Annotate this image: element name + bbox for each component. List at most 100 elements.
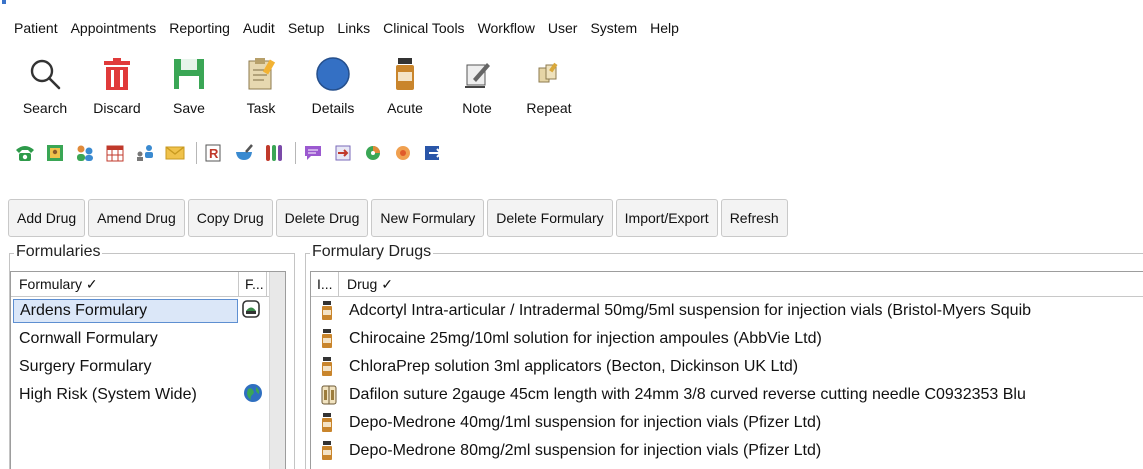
drug-row[interactable]: ChloraPrep solution 3ml applicators (Bec…	[311, 353, 1143, 381]
formularies-scrollbar[interactable]	[269, 272, 285, 469]
trash-icon	[97, 54, 137, 94]
drug-name: Depo-Medrone 40mg/1ml suspension for inj…	[349, 414, 822, 431]
formularies-table: Formulary ✓ F... Ardens Formulary Cornwa…	[10, 271, 286, 469]
column-header-drug[interactable]: Drug ✓	[339, 272, 393, 296]
menu-appointments[interactable]: Appointments	[71, 20, 157, 36]
acute-button[interactable]: Acute	[370, 54, 440, 116]
search-button[interactable]: Search	[10, 54, 80, 116]
menu-bar: Patient Appointments Reporting Audit Set…	[0, 10, 692, 46]
contact-card-icon[interactable]	[44, 142, 66, 164]
mortar-pestle-icon[interactable]	[233, 142, 255, 164]
copy-drug-button[interactable]: Copy Drug	[187, 199, 273, 237]
network-users-icon[interactable]	[134, 142, 156, 164]
drug-name: ChloraPrep solution 3ml applicators (Bec…	[349, 358, 799, 375]
drug-row[interactable]: Dafilon suture 2gauge 45cm length with 2…	[311, 381, 1143, 409]
details-button[interactable]: Details	[298, 54, 368, 116]
drug-row[interactable]: Depo-Medrone 80mg/2ml suspension for inj…	[311, 437, 1143, 465]
repeat-icon	[529, 54, 569, 94]
drug-row[interactable]: Chirocaine 25mg/10ml solution for inject…	[311, 325, 1143, 353]
test-tubes-icon[interactable]	[263, 142, 285, 164]
drug-name: Adcortyl Intra-articular / Intradermal 5…	[349, 302, 1032, 319]
refresh-button[interactable]: Refresh	[720, 199, 788, 237]
discard-button[interactable]: Discard	[82, 54, 152, 116]
export-icon[interactable]	[422, 142, 444, 164]
transfer-icon[interactable]	[332, 142, 354, 164]
medicine-bottle-icon	[311, 413, 345, 433]
acute-label: Acute	[387, 100, 423, 116]
save-button[interactable]: Save	[154, 54, 224, 116]
task-label: Task	[246, 100, 276, 116]
task-icon	[241, 54, 281, 94]
import-export-button[interactable]: Import/Export	[615, 199, 718, 237]
menu-audit[interactable]: Audit	[243, 20, 275, 36]
toolbar-separator	[196, 142, 197, 164]
save-icon	[169, 54, 209, 94]
formulary-drugs-table: I... Drug ✓ Adcortyl Intra-articular / I…	[310, 271, 1143, 469]
medicine-bottle-icon	[311, 441, 345, 461]
delete-formulary-button[interactable]: Delete Formulary	[487, 199, 613, 237]
menu-help[interactable]: Help	[650, 20, 679, 36]
discard-label: Discard	[93, 100, 141, 116]
drug-row[interactable]: Depo-Medrone 40mg/1ml suspension for inj…	[311, 409, 1143, 437]
quick-icon-bar: R	[14, 140, 452, 166]
svg-text:R: R	[209, 146, 219, 161]
appliance-icon	[311, 385, 345, 405]
formulary-name: High Risk (System Wide)	[19, 386, 197, 403]
formulary-name: Surgery Formulary	[19, 358, 152, 375]
drugs-header: I... Drug ✓	[311, 272, 1143, 297]
column-header-formulary[interactable]: Formulary ✓	[11, 272, 239, 296]
drug-row[interactable]: Adcortyl Intra-articular / Intradermal 5…	[311, 297, 1143, 325]
formulary-row-surgery[interactable]: Surgery Formulary	[11, 353, 285, 381]
details-circle-icon	[313, 54, 353, 94]
drug-name: Dafilon suture 2gauge 45cm length with 2…	[349, 386, 1026, 403]
formulary-drugs-title: Formulary Drugs	[310, 243, 434, 261]
save-label: Save	[173, 100, 205, 116]
window-top-strip	[0, 0, 1143, 6]
menu-patient[interactable]: Patient	[14, 20, 58, 36]
globe-icon	[243, 383, 263, 408]
menu-clinical-tools[interactable]: Clinical Tools	[383, 20, 464, 36]
mail-icon[interactable]	[164, 142, 186, 164]
note-label: Note	[462, 100, 492, 116]
formulary-row-high-risk[interactable]: High Risk (System Wide)	[11, 381, 285, 409]
formularies-header: Formulary ✓ F...	[11, 272, 285, 297]
people-icon[interactable]	[74, 142, 96, 164]
action-button-bar: Add Drug Amend Drug Copy Drug Delete Dru…	[8, 199, 791, 237]
medicine-bottle-icon	[311, 301, 345, 321]
task-button[interactable]: Task	[226, 54, 296, 116]
add-drug-button[interactable]: Add Drug	[8, 199, 86, 237]
message-icon[interactable]	[302, 142, 324, 164]
menu-links[interactable]: Links	[337, 20, 370, 36]
menu-user[interactable]: User	[548, 20, 578, 36]
phone-icon[interactable]	[14, 142, 36, 164]
new-formulary-button[interactable]: New Formulary	[371, 199, 485, 237]
column-header-i[interactable]: I...	[311, 272, 339, 296]
main-toolbar: Search Discard Save Task Details Acute N…	[16, 54, 586, 116]
repeat-button[interactable]: Repeat	[514, 54, 584, 116]
note-button[interactable]: Note	[442, 54, 512, 116]
drug-name: Chirocaine 25mg/10ml solution for inject…	[349, 330, 822, 347]
details-label: Details	[311, 100, 355, 116]
note-pencil-icon	[457, 54, 497, 94]
formularies-title: Formularies	[14, 243, 103, 261]
formulary-name: Cornwall Formulary	[19, 330, 158, 347]
drug-name: Depo-Medrone 80mg/2ml suspension for inj…	[349, 442, 822, 459]
toolbar-separator-2	[295, 142, 296, 164]
menu-reporting[interactable]: Reporting	[169, 20, 230, 36]
chart-refresh-icon[interactable]	[362, 142, 384, 164]
menu-workflow[interactable]: Workflow	[478, 20, 535, 36]
delete-drug-button[interactable]: Delete Drug	[275, 199, 369, 237]
repeat-label: Repeat	[526, 100, 572, 116]
menu-system[interactable]: System	[590, 20, 637, 36]
sunburst-icon[interactable]	[392, 142, 414, 164]
formulary-name: Ardens Formulary	[13, 299, 238, 323]
menu-setup[interactable]: Setup	[288, 20, 325, 36]
search-label: Search	[22, 100, 68, 116]
column-header-f[interactable]: F...	[239, 272, 267, 296]
calendar-icon[interactable]	[104, 142, 126, 164]
formulary-row-cornwall[interactable]: Cornwall Formulary	[11, 325, 285, 353]
formulary-row-ardens[interactable]: Ardens Formulary	[11, 297, 285, 325]
amend-drug-button[interactable]: Amend Drug	[88, 199, 185, 237]
medicine-bottle-icon	[385, 54, 425, 94]
report-icon[interactable]: R	[203, 142, 225, 164]
